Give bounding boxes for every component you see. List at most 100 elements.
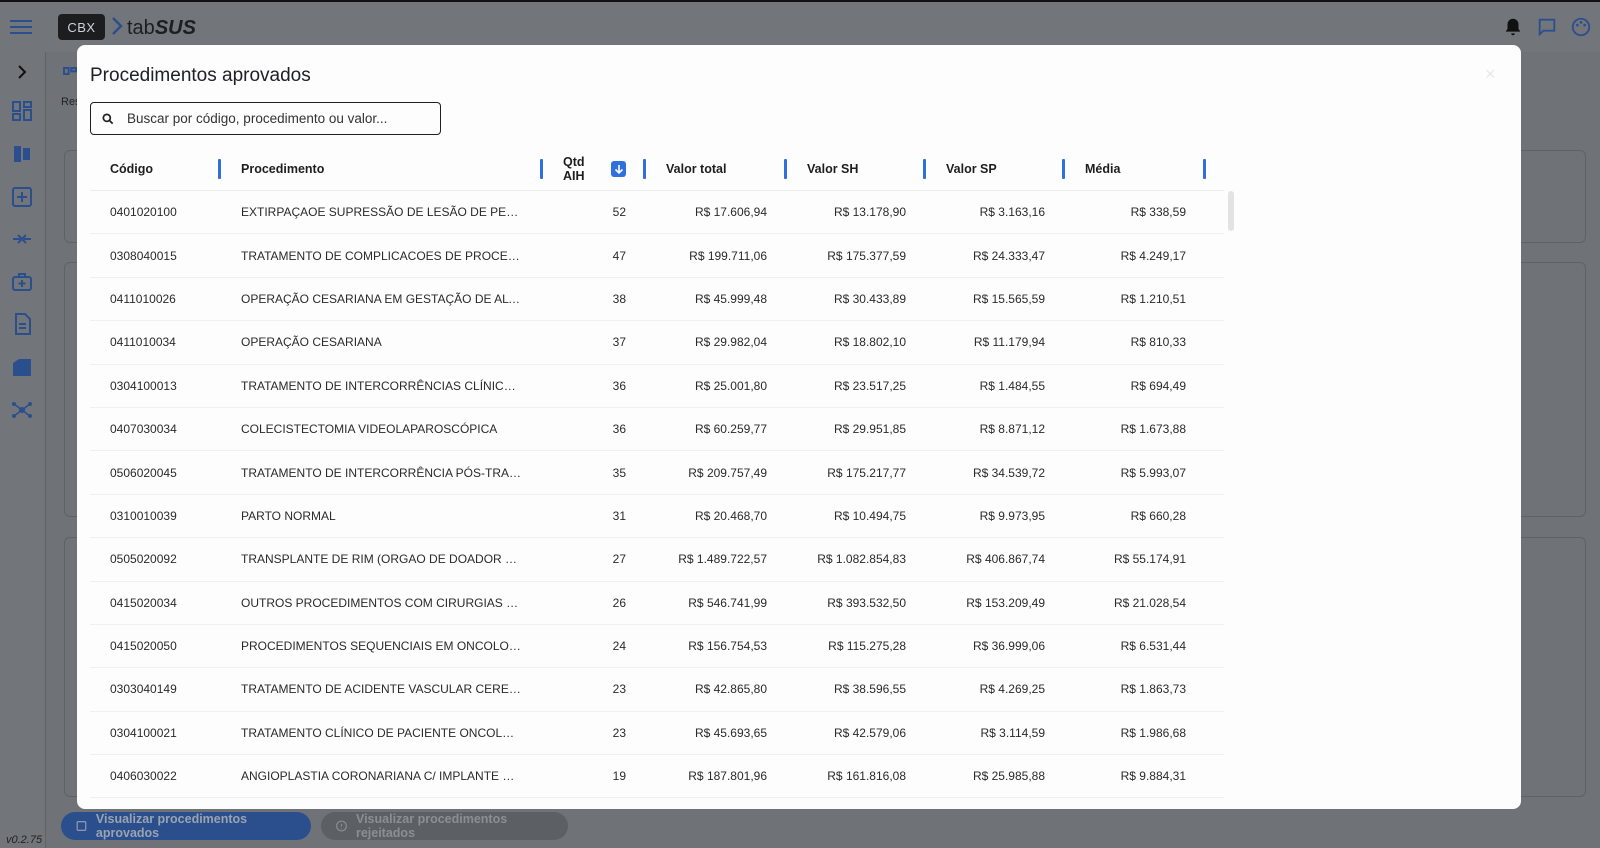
info-icon: [336, 820, 347, 832]
view-rejected-button[interactable]: Visualizar procedimentos rejeitados: [321, 812, 568, 840]
column-header-codigo[interactable]: Código: [90, 147, 221, 190]
column-label: Procedimento: [241, 161, 325, 176]
expand-chevron-icon[interactable]: [10, 60, 34, 84]
table-row[interactable]: 0415020034 OUTROS PROCEDIMENTOS COM CIRUR…: [90, 582, 1224, 625]
table-row[interactable]: 0411010026 OPERAÇÃO CESARIANA EM GESTAÇÃO…: [90, 278, 1224, 322]
table-row[interactable]: 0411010034 OPERAÇÃO CESARIANA 37 R$ 29.982,…: [90, 321, 1224, 365]
cell-codigo: 0310010039: [110, 508, 177, 523]
cell-qtd: 23: [612, 725, 626, 740]
merge-icon[interactable]: [10, 227, 34, 251]
table-header: Código Procedimento Qtd AIH Valor total …: [90, 147, 1224, 191]
column-header-qtd[interactable]: Qtd AIH: [543, 147, 646, 190]
table-row[interactable]: 0304100013 TRATAMENTO DE INTERCORRÊNCIAS …: [90, 365, 1224, 408]
view-approved-button[interactable]: Visualizar procedimentos aprovados: [61, 812, 311, 840]
bell-icon[interactable]: [1502, 16, 1524, 38]
cell-valor-sp: R$ 25.985,88: [972, 769, 1045, 784]
hamburger-menu-icon[interactable]: [10, 16, 32, 38]
cell-media: R$ 6.531,44: [1120, 639, 1186, 654]
cell-codigo: 0304100021: [110, 725, 177, 740]
table-body: 0401020100 EXTIRPAÇAOE SUPRESSÃO DE LESÃO…: [90, 191, 1224, 801]
cell-procedimento: EXTIRPAÇAOE SUPRESSÃO DE LESÃO DE PELE E…: [241, 205, 543, 220]
cell-media: R$ 810,33: [1130, 335, 1186, 350]
cell-valor-sh: R$ 30.433,89: [833, 291, 906, 306]
cell-procedimento: TRATAMENTO DE ACIDENTE VASCULAR CEREBRAL…: [241, 682, 543, 697]
cell-codigo: 0407030034: [110, 422, 177, 437]
building-icon[interactable]: [10, 355, 34, 379]
column-header-media[interactable]: Média: [1065, 147, 1206, 190]
cell-media: R$ 55.174,91: [1113, 552, 1186, 567]
table-row[interactable]: 0310010039 PARTO NORMAL 31 R$ 20.468,70 R$ 1…: [90, 495, 1224, 539]
table-row[interactable]: 0406030022 ANGIOPLASTIA CORONARIANA C/ IM…: [90, 755, 1224, 799]
cell-procedimento: PROCEDIMENTOS SEQUENCIAIS EM ONCOLOGIA: [241, 639, 530, 654]
document-icon[interactable]: [10, 312, 34, 336]
cell-valor-sh: R$ 18.802,10: [833, 335, 906, 350]
cell-valor-total: R$ 25.001,80: [694, 378, 767, 393]
cell-valor-sh: R$ 29.951,85: [833, 422, 906, 437]
cell-valor-sp: R$ 34.539,72: [972, 465, 1045, 480]
column-header-procedimento[interactable]: Procedimento: [221, 147, 543, 190]
cell-procedimento: OPERAÇÃO CESARIANA EM GESTAÇÃO DE ALTO R…: [241, 291, 543, 306]
cell-valor-total: R$ 60.259,77: [694, 422, 767, 437]
palette-icon[interactable]: [1570, 16, 1592, 38]
cell-codigo: 0411010034: [110, 335, 176, 350]
table-row[interactable]: 0407030034 COLECISTECTOMIA VIDEOLAPAROSCÓ…: [90, 408, 1224, 452]
top-actions: [1502, 16, 1592, 38]
cell-valor-sh: R$ 393.532,50: [827, 595, 906, 610]
cell-valor-total: R$ 45.693,65: [694, 725, 767, 740]
version-label: v0.2.75: [6, 834, 43, 846]
cell-procedimento: OPERAÇÃO CESARIANA: [241, 335, 382, 350]
cell-codigo: 0308040015: [110, 248, 177, 263]
cell-valor-sp: R$ 36.999,06: [972, 639, 1045, 654]
logo-prefix: tab: [127, 17, 155, 39]
column-label: Código: [110, 161, 154, 176]
modal-title: Procedimentos aprovados: [90, 65, 311, 86]
cell-procedimento: OUTROS PROCEDIMENTOS COM CIRURGIAS SEQUE…: [241, 595, 543, 610]
table-row[interactable]: 0401020100 EXTIRPAÇAOE SUPRESSÃO DE LESÃO…: [90, 191, 1224, 235]
table-row[interactable]: 0304100021 TRATAMENTO CLÍNICO DE PACIENTE…: [90, 712, 1224, 756]
medical-bag-icon[interactable]: [10, 270, 34, 294]
column-label: Qtd AIH: [563, 154, 585, 183]
close-icon[interactable]: ×: [1485, 65, 1503, 83]
table-scrollbar[interactable]: [1228, 191, 1234, 231]
chat-icon[interactable]: [1536, 16, 1558, 38]
cell-valor-sh: R$ 175.217,77: [827, 465, 906, 480]
table-row[interactable]: 0506020045 TRATAMENTO DE INTERCORRÊNCIA P…: [90, 451, 1224, 495]
table-row[interactable]: 0505020092 TRANSPLANTE DE RIM (ORGAO DE D…: [90, 538, 1224, 582]
column-resize-handle[interactable]: [1203, 159, 1206, 179]
cell-valor-total: R$ 1.489.722,57: [678, 552, 767, 567]
cell-qtd: 23: [612, 682, 626, 697]
network-icon[interactable]: [10, 398, 34, 422]
cell-valor-sh: R$ 1.082.854,83: [817, 552, 906, 567]
cell-media: R$ 21.028,54: [1113, 595, 1186, 610]
column-header-valor-sh[interactable]: Valor SH: [787, 147, 926, 190]
table-row[interactable]: 0415020050 PROCEDIMENTOS SEQUENCIAIS EM O…: [90, 625, 1224, 669]
approved-procedures-modal: Procedimentos aprovados × Código Procedi…: [77, 45, 1521, 809]
table-row[interactable]: 0303040149 TRATAMENTO DE ACIDENTE VASCULA…: [90, 668, 1224, 712]
procedures-table: Código Procedimento Qtd AIH Valor total …: [90, 147, 1224, 801]
column-label: Média: [1085, 161, 1121, 176]
table-row[interactable]: 0308040015 TRATAMENTO DE COMPLICACOES DE …: [90, 234, 1224, 278]
dashboard-small-icon: [62, 67, 77, 75]
cell-procedimento: TRATAMENTO DE COMPLICACOES DE PROCEDIMEN…: [241, 248, 543, 263]
cell-procedimento: TRATAMENTO CLÍNICO DE PACIENTE ONCOLÓGIC…: [241, 725, 543, 740]
dashboard-icon[interactable]: [10, 99, 34, 123]
cell-valor-total: R$ 156.754,53: [688, 639, 767, 654]
cell-media: R$ 5.993,07: [1120, 465, 1186, 480]
cell-codigo: 0303040149: [110, 682, 177, 697]
cell-valor-total: R$ 17.606,94: [694, 205, 767, 220]
cell-media: R$ 694,49: [1130, 378, 1186, 393]
column-header-valor-total[interactable]: Valor total: [646, 147, 787, 190]
add-box-icon[interactable]: [10, 185, 34, 209]
sort-desc-icon[interactable]: [610, 160, 626, 177]
cell-valor-sp: R$ 11.179,94: [973, 335, 1045, 350]
logo-suffix: SUS: [154, 17, 196, 39]
compare-icon[interactable]: [10, 142, 34, 166]
cell-qtd: 52: [612, 205, 626, 220]
column-header-valor-sp[interactable]: Valor SP: [926, 147, 1065, 190]
cell-qtd: 26: [612, 595, 626, 610]
cell-valor-sh: R$ 115.275,28: [828, 639, 906, 654]
cell-codigo: 0506020045: [110, 465, 177, 480]
cell-qtd: 24: [612, 639, 626, 654]
search-input[interactable]: [127, 111, 417, 126]
cell-codigo: 0415020050: [110, 639, 177, 654]
